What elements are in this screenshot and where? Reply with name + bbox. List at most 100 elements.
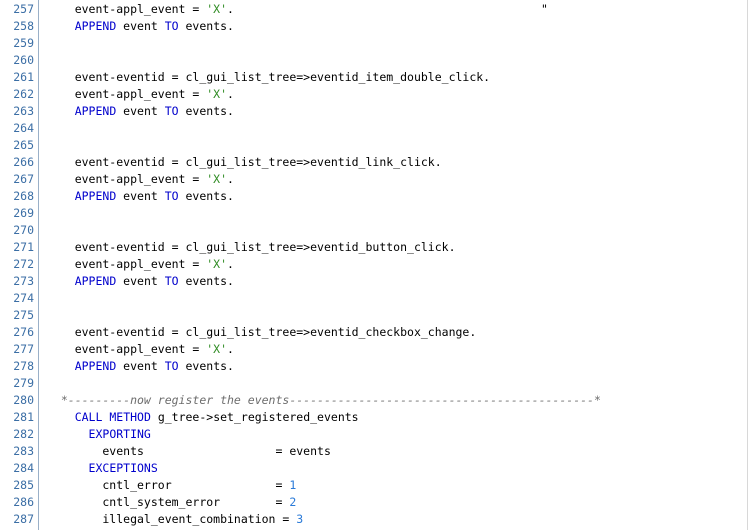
line-number: 286 (13, 495, 34, 509)
line-number: 257 (13, 2, 34, 16)
line-number: 270 (13, 223, 34, 237)
code-token: cntl_system_error = (47, 495, 290, 509)
code-line[interactable]: 264 (0, 120, 747, 137)
code-line[interactable]: 261 event-eventid = cl_gui_list_tree=>ev… (0, 69, 747, 86)
code-line[interactable]: 257 event-appl_event = 'X'. " (0, 1, 747, 18)
code-line[interactable]: 277 event-appl_event = 'X'. (0, 341, 747, 358)
keyword-token: APPEND (74, 189, 117, 203)
code-text: APPEND event TO events. (47, 103, 234, 120)
number-token: 1 (289, 478, 297, 492)
code-line[interactable]: 268 APPEND event TO events. (0, 188, 747, 205)
number-token: 3 (296, 512, 304, 526)
code-editor[interactable]: 257 event-appl_event = 'X'. " 258 APPEND e… (0, 0, 748, 530)
code-line[interactable]: 258 APPEND event TO events. (0, 18, 747, 35)
keyword-token: METHOD (109, 410, 151, 424)
code-token: . (227, 2, 234, 16)
string-token: 'X' (206, 342, 228, 356)
line-number: 258 (13, 19, 34, 33)
line-number: 272 (13, 257, 34, 271)
code-text: APPEND event TO events. (47, 273, 234, 290)
code-line[interactable]: 263 APPEND event TO events. (0, 103, 747, 120)
code-line[interactable]: 262 event-appl_event = 'X'. (0, 86, 747, 103)
code-text: event-eventid = cl_gui_list_tree=>eventi… (47, 154, 442, 171)
code-line[interactable]: 281 CALL METHOD g_tree->set_registered_e… (0, 409, 747, 426)
keyword-token: TO (164, 274, 179, 288)
code-token: event (116, 359, 165, 373)
code-line[interactable]: 259 (0, 35, 747, 52)
code-text: event-eventid = cl_gui_list_tree=>eventi… (47, 239, 456, 256)
code-token: event (116, 104, 165, 118)
code-token: events. (178, 274, 234, 288)
code-line[interactable]: 285 cntl_error = 1 (0, 477, 747, 494)
code-token: events = events (47, 444, 331, 458)
code-line[interactable]: 279 (0, 375, 747, 392)
code-text: event-appl_event = 'X'. (47, 256, 234, 273)
code-text: APPEND event TO events. (47, 358, 234, 375)
string-token: 'X' (206, 87, 228, 101)
keyword-token: TO (164, 359, 179, 373)
code-token: g_tree->set_registered_events (150, 410, 359, 424)
line-number: 260 (13, 53, 34, 67)
code-line[interactable]: 266 event-eventid = cl_gui_list_tree=>ev… (0, 154, 747, 171)
code-line[interactable]: 287 illegal_event_combination = 3 (0, 511, 747, 528)
code-token: event-appl_event = (47, 342, 207, 356)
code-text: cntl_error = 1 (47, 477, 296, 494)
code-line[interactable]: 272 event-appl_event = 'X'. (0, 256, 747, 273)
code-token: . (227, 342, 234, 356)
keyword-token: TO (164, 104, 179, 118)
code-text: event-eventid = cl_gui_list_tree=>eventi… (47, 69, 490, 86)
line-number: 263 (13, 104, 34, 118)
code-token: events. (178, 104, 234, 118)
comment-token: *---------now register the events-------… (47, 393, 601, 407)
keyword-token: CALL (74, 410, 103, 424)
line-number: 278 (13, 359, 34, 373)
code-text: event-appl_event = 'X'. (47, 1, 234, 18)
keyword-token: APPEND (74, 104, 117, 118)
code-line[interactable]: 276 event-eventid = cl_gui_list_tree=>ev… (0, 324, 747, 341)
line-number: 269 (13, 206, 34, 220)
string-token: 'X' (206, 2, 228, 16)
code-token: event-appl_event = (47, 172, 207, 186)
code-line[interactable]: 271 event-eventid = cl_gui_list_tree=>ev… (0, 239, 747, 256)
code-line[interactable]: 280 *---------now register the events---… (0, 392, 747, 409)
code-token: event-eventid = cl_gui_list_tree=>eventi… (47, 70, 491, 84)
code-line[interactable]: 278 APPEND event TO events. (0, 358, 747, 375)
code-line[interactable]: 260 (0, 52, 747, 69)
line-number: 287 (13, 512, 34, 526)
code-text: illegal_event_combination = 3 (47, 511, 303, 528)
code-line[interactable]: 282 EXPORTING (0, 426, 747, 443)
line-number: 281 (13, 410, 34, 424)
code-line[interactable]: 267 event-appl_event = 'X'. (0, 171, 747, 188)
line-number: 280 (13, 393, 34, 407)
code-text: EXCEPTIONS (47, 460, 158, 477)
code-line[interactable]: 275 (0, 307, 747, 324)
line-number: 273 (13, 274, 34, 288)
number-token: 2 (289, 495, 297, 509)
code-token: event (116, 19, 165, 33)
line-number: 261 (13, 70, 34, 84)
line-number: 283 (13, 444, 34, 458)
code-token: events. (178, 359, 234, 373)
code-token: . (227, 172, 234, 186)
keyword-token: APPEND (74, 19, 117, 33)
code-text: event-appl_event = 'X'. (47, 86, 234, 103)
keyword-token: TO (164, 189, 179, 203)
code-line[interactable]: 269 (0, 205, 747, 222)
code-line[interactable]: 265 (0, 137, 747, 154)
code-line[interactable]: 286 cntl_system_error = 2 (0, 494, 747, 511)
code-line[interactable]: 284 EXCEPTIONS (0, 460, 747, 477)
code-token: events. (178, 19, 234, 33)
keyword-token: TO (164, 19, 179, 33)
line-number: 266 (13, 155, 34, 169)
code-line[interactable]: 273 APPEND event TO events. (0, 273, 747, 290)
code-line[interactable]: 283 events = events (0, 443, 747, 460)
code-line[interactable]: 270 (0, 222, 747, 239)
code-line[interactable]: 274 (0, 290, 747, 307)
code-text: event-appl_event = 'X'. (47, 171, 234, 188)
code-text: events = events (47, 443, 331, 460)
